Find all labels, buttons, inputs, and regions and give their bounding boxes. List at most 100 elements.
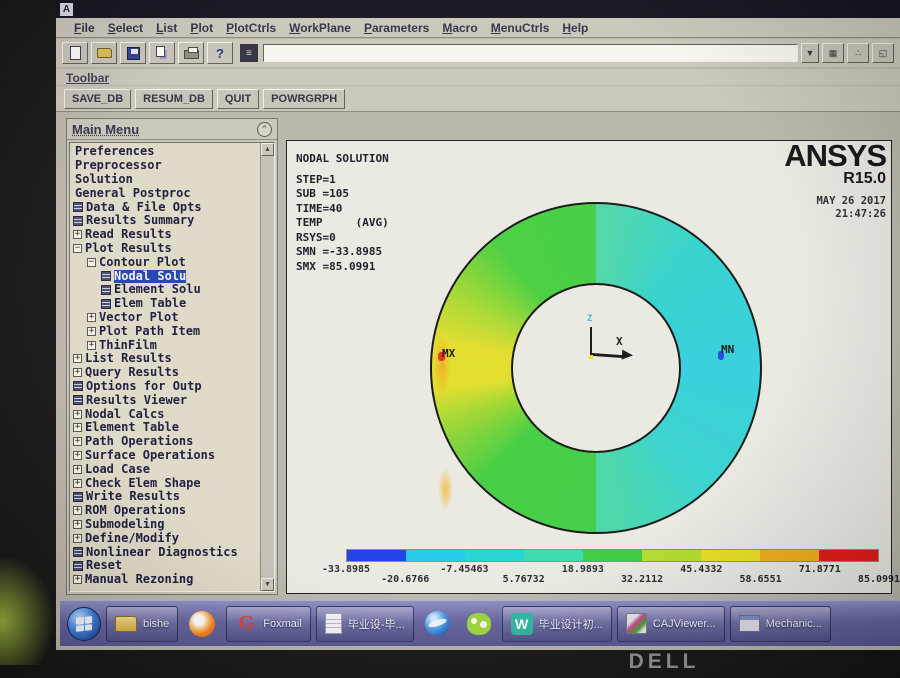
taskbar-task-[interactable]: W 毕业设计初... <box>501 605 612 642</box>
taskbar-task-foxmail[interactable]: G Foxmail <box>226 605 311 642</box>
print-button[interactable] <box>178 42 204 64</box>
expand-icon[interactable]: + <box>73 368 82 378</box>
help-button[interactable]: ? <box>207 42 233 64</box>
tree-item-contour-plot[interactable]: − Contour Plot <box>73 255 260 269</box>
leaf-doc-icon[interactable] <box>101 298 111 309</box>
reset-picking-button[interactable]: ∴ <box>847 43 869 63</box>
tree-item-read-results[interactable]: + Read Results <box>73 228 260 242</box>
tree-item-preprocessor[interactable]: Preprocessor <box>73 159 260 173</box>
new-file-button[interactable] <box>62 42 88 64</box>
scroll-down-icon[interactable]: ▼ <box>261 578 274 591</box>
expand-icon[interactable]: + <box>73 354 82 364</box>
save-button[interactable] <box>120 42 146 64</box>
collapse-icon[interactable]: − <box>87 257 96 267</box>
expand-icon[interactable]: + <box>73 464 82 474</box>
expand-icon[interactable]: + <box>73 409 82 419</box>
tree-item-nodal-calcs[interactable]: + Nodal Calcs <box>73 407 260 421</box>
menu-parameters[interactable]: Parameters <box>364 21 429 35</box>
leaf-doc-icon[interactable] <box>73 491 83 502</box>
tree-item-reset[interactable]: Reset <box>73 559 260 573</box>
tree-item-preferences[interactable]: Preferences <box>73 145 260 159</box>
copy-button[interactable] <box>149 42 175 64</box>
toolbar-button-powrgrph[interactable]: POWRGRPH <box>263 88 346 109</box>
tree-item-write-results[interactable]: Write Results <box>73 490 260 504</box>
menu-plot[interactable]: Plot <box>190 21 213 35</box>
contact-manager-button[interactable]: ◱ <box>872 43 894 63</box>
tree-item-define-modify[interactable]: + Define/Modify <box>73 531 260 545</box>
menu-select[interactable]: Select <box>108 21 143 35</box>
taskbar-task-mechanic[interactable]: Mechanic... <box>729 605 831 642</box>
tree-item-list-results[interactable]: + List Results <box>73 352 260 366</box>
expand-icon[interactable]: + <box>73 437 82 447</box>
tree-item-plot-results[interactable]: − Plot Results <box>73 241 260 256</box>
tree-item-nonlinear-diagnostics[interactable]: Nonlinear Diagnostics <box>73 545 260 559</box>
taskbar-browser-icon[interactable] <box>419 606 456 642</box>
menu-workplane[interactable]: WorkPlane <box>289 21 351 35</box>
leaf-doc-icon[interactable] <box>73 395 83 406</box>
leaf-doc-icon[interactable] <box>101 271 111 282</box>
taskbar-wechat-icon[interactable] <box>461 606 497 642</box>
leaf-doc-icon[interactable] <box>101 284 111 295</box>
tree-item-rom-operations[interactable]: + ROM Operations <box>73 504 260 518</box>
menu-list[interactable]: List <box>156 21 177 35</box>
expand-icon[interactable]: + <box>73 533 82 543</box>
leaf-doc-icon[interactable] <box>73 202 83 213</box>
taskbar-task-bishe[interactable]: bishe <box>106 605 179 642</box>
history-dropdown-button[interactable]: ▼ <box>801 43 819 63</box>
collapse-icon[interactable]: − <box>73 243 82 253</box>
expand-icon[interactable]: + <box>73 423 82 433</box>
taskbar-task-cajviewer[interactable]: CAJViewer... <box>616 605 725 642</box>
tree-item-general-postproc[interactable]: General Postproc <box>73 186 260 200</box>
window-title-bar[interactable]: A <box>56 0 900 18</box>
menu-file[interactable]: File <box>74 21 95 35</box>
tree-item-element-table[interactable]: + Element Table <box>73 421 260 435</box>
tree-item-results-viewer[interactable]: Results Viewer <box>73 393 260 407</box>
tree-item-results-summary[interactable]: Results Summary <box>73 214 260 228</box>
scroll-up-icon[interactable]: ▲ <box>261 143 274 156</box>
expand-icon[interactable]: + <box>73 450 82 460</box>
raise-hidden-button[interactable]: ▦ <box>822 43 844 63</box>
toolbar-button-quit[interactable]: QUIT <box>216 88 260 109</box>
main-menu-scrollbar[interactable]: ▲ ▼ <box>260 143 274 591</box>
tree-item-plot-path-item[interactable]: + Plot Path Item <box>73 324 260 338</box>
leaf-doc-icon[interactable] <box>73 560 83 571</box>
collapse-pin-icon[interactable]: ⌃ <box>257 121 272 137</box>
toolbar-button-save-db[interactable]: SAVE_DB <box>64 88 132 109</box>
graphics-window[interactable]: NODAL SOLUTION STEP=1 SUB =105 TIME=40 TEMP … <box>286 140 900 594</box>
menu-plotctrls[interactable]: PlotCtrls <box>226 21 276 35</box>
taskbar-firefox-icon[interactable] <box>183 606 221 642</box>
tree-item-vector-plot[interactable]: + Vector Plot <box>73 310 260 325</box>
expand-icon[interactable]: + <box>87 326 96 336</box>
tree-item-nodal-solu[interactable]: Nodal Solu <box>73 269 260 283</box>
tree-item-thinfilm[interactable]: + ThinFilm <box>73 338 260 352</box>
expand-icon[interactable]: + <box>73 478 82 488</box>
taskbar-task-[interactable]: 毕业设-毕... <box>315 605 414 642</box>
tree-item-options-for-outp[interactable]: Options for Outp <box>73 379 260 394</box>
expand-icon[interactable]: + <box>73 575 82 585</box>
command-input[interactable] <box>263 44 798 62</box>
tree-item-manual-rezoning[interactable]: + Manual Rezoning <box>73 573 260 587</box>
expand-icon[interactable]: + <box>73 230 82 240</box>
toolbar-button-resum-db[interactable]: RESUM_DB <box>135 88 213 109</box>
tree-item-solution[interactable]: Solution <box>73 172 260 187</box>
start-button[interactable] <box>67 606 101 641</box>
menu-menuctrls[interactable]: MenuCtrls <box>491 21 550 35</box>
leaf-doc-icon[interactable] <box>73 215 83 226</box>
menu-help[interactable]: Help <box>562 21 588 35</box>
tree-item-submodeling[interactable]: + Submodeling <box>73 517 260 532</box>
tree-item-check-elem-shape[interactable]: + Check Elem Shape <box>73 476 260 490</box>
tree-item-surface-operations[interactable]: + Surface Operations <box>73 448 260 463</box>
tree-item-load-case[interactable]: + Load Case <box>73 462 260 476</box>
expand-icon[interactable]: + <box>73 506 82 516</box>
tree-item-data-file-opts[interactable]: Data & File Opts <box>73 200 260 214</box>
menu-macro[interactable]: Macro <box>442 21 477 35</box>
tree-item-elem-table[interactable]: Elem Table <box>73 297 260 311</box>
tree-item-path-operations[interactable]: + Path Operations <box>73 435 260 449</box>
tree-item-query-results[interactable]: + Query Results <box>73 366 260 380</box>
leaf-doc-icon[interactable] <box>73 547 83 557</box>
expand-icon[interactable]: + <box>73 519 82 529</box>
expand-icon[interactable]: + <box>87 312 96 322</box>
expand-icon[interactable]: + <box>87 340 96 350</box>
leaf-doc-icon[interactable] <box>73 381 83 392</box>
tree-item-element-solu[interactable]: Element Solu <box>73 283 260 297</box>
